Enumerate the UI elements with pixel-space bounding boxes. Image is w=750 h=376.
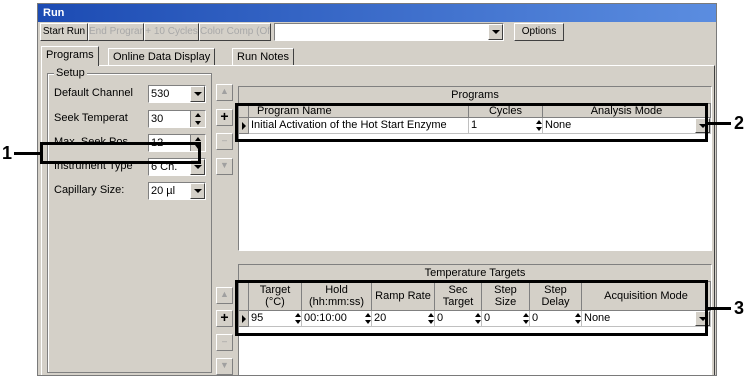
move-up-icon[interactable]: ▲ <box>216 287 233 304</box>
run-select-dropdown[interactable] <box>274 23 504 41</box>
callout-box-3 <box>235 280 708 336</box>
capillary-size-value: 20 µl <box>151 185 176 197</box>
move-up-icon[interactable]: ▲ <box>216 84 233 101</box>
callout-box-2 <box>235 103 708 142</box>
color-comp-button[interactable]: Color Comp (Off) <box>199 23 271 41</box>
seek-temperature-label: Seek Temperat <box>54 112 128 124</box>
move-down-icon[interactable]: ▼ <box>216 158 233 175</box>
default-channel-value: 530 <box>151 88 170 100</box>
setup-title: Setup <box>54 67 87 79</box>
chevron-down-icon[interactable] <box>190 86 205 102</box>
callout-line-3 <box>708 307 731 310</box>
tab-run-notes[interactable]: Run Notes <box>232 48 294 66</box>
add-target-button[interactable]: + <box>216 310 233 327</box>
seek-temperature-spinner[interactable]: 30 <box>148 110 206 128</box>
tab-programs[interactable]: Programs <box>41 46 99 66</box>
add-10-cycles-label: + 10 Cycles <box>145 26 198 37</box>
end-program-label: End Program <box>89 26 144 37</box>
callout-number-3: 3 <box>734 298 745 318</box>
spinner-arrows-icon[interactable] <box>190 111 205 127</box>
add-program-button[interactable]: + <box>216 109 233 126</box>
color-comp-label: Color Comp (Off) <box>200 26 271 37</box>
programs-caption: Programs <box>239 87 711 104</box>
remove-program-button[interactable]: – <box>216 133 233 150</box>
move-down-icon[interactable]: ▼ <box>216 358 233 375</box>
callout-number-1: 1 <box>2 143 13 163</box>
callout-line-1 <box>14 152 40 155</box>
toolbar: Start Run End Program + 10 Cycles Color … <box>38 23 716 45</box>
callout-number-2: 2 <box>734 113 745 133</box>
chevron-down-icon[interactable] <box>190 183 205 199</box>
default-channel-label: Default Channel <box>54 87 133 99</box>
add-10-cycles-button[interactable]: + 10 Cycles <box>144 23 199 41</box>
capillary-size-label: Capillary Size: <box>54 184 125 196</box>
options-button[interactable]: Options <box>514 23 564 41</box>
setup-groupbox: Setup Default Channel 530 Seek Temperat … <box>47 67 212 373</box>
seek-temperature-value: 30 <box>151 113 164 125</box>
capillary-size-dropdown[interactable]: 20 µl <box>148 182 206 200</box>
end-program-button[interactable]: End Program <box>88 23 144 41</box>
window-title: Run <box>38 4 716 22</box>
tab-online-data-display[interactable]: Online Data Display <box>108 48 216 66</box>
start-run-button[interactable]: Start Run <box>40 23 88 41</box>
remove-target-button[interactable]: – <box>216 334 233 351</box>
callout-line-2 <box>708 122 731 125</box>
default-channel-dropdown[interactable]: 530 <box>148 85 206 103</box>
chevron-down-icon[interactable] <box>488 24 503 40</box>
callout-box-1 <box>40 142 201 164</box>
